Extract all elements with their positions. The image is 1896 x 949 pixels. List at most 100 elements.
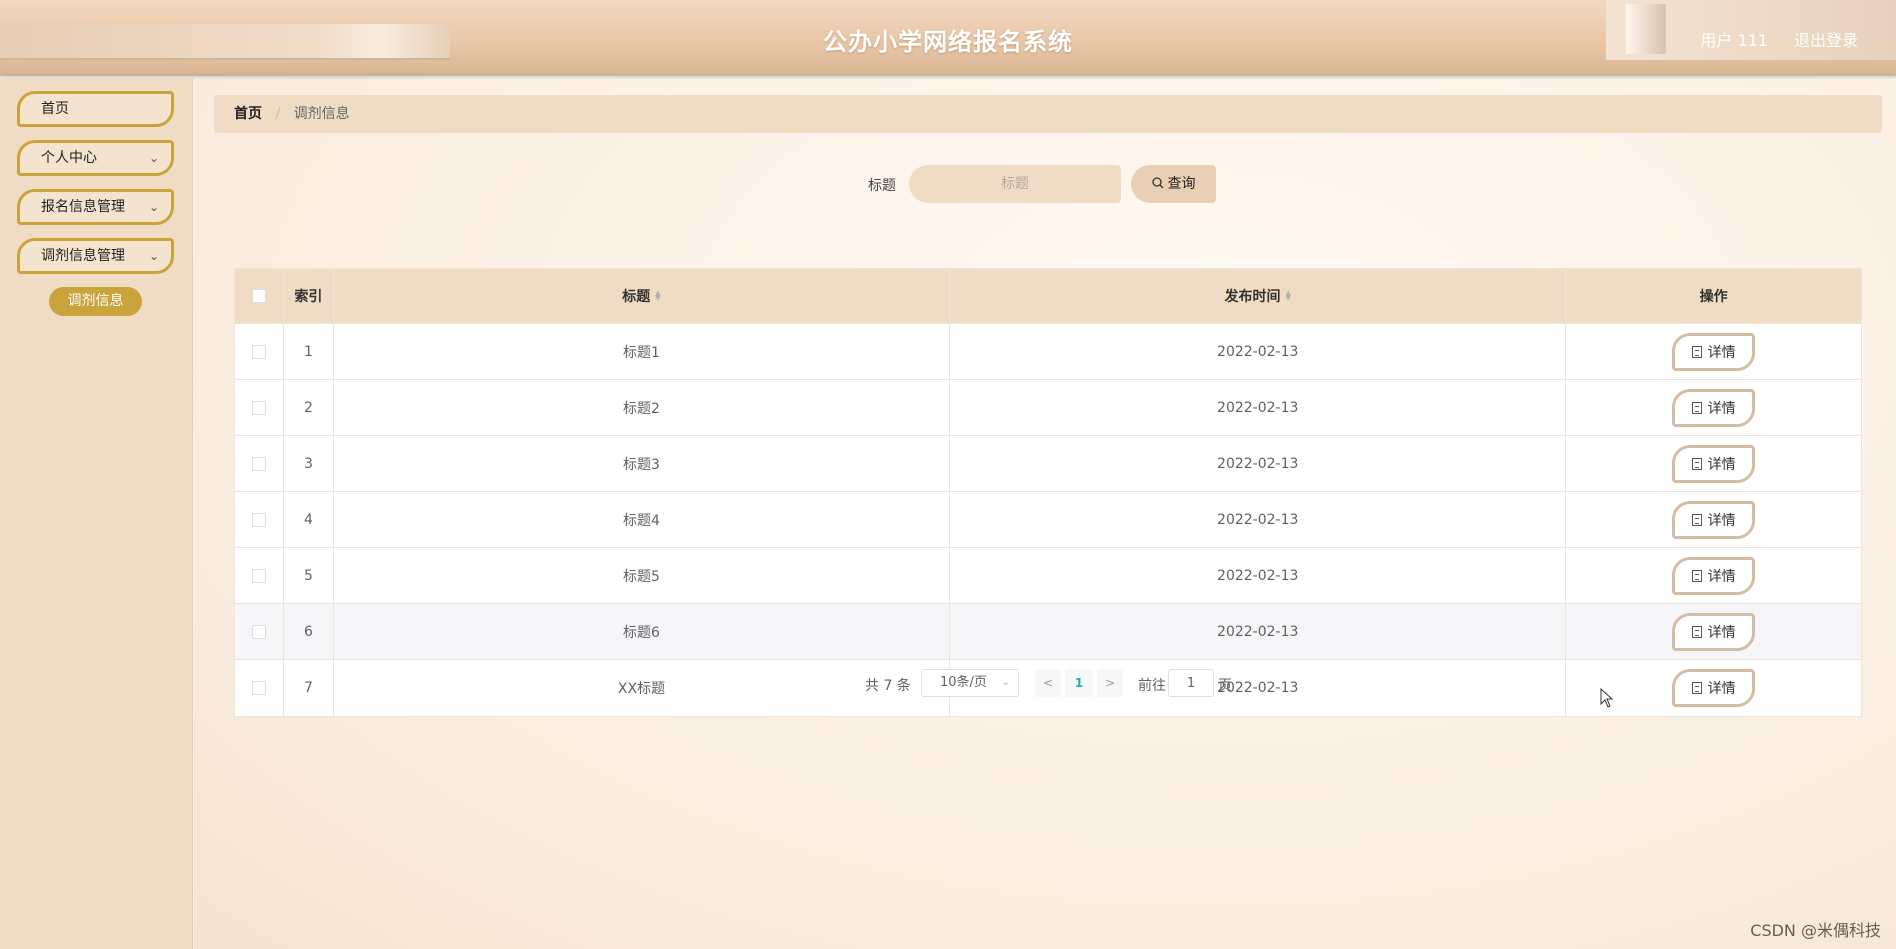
row-operation-cell: 详情 [1566,604,1861,659]
detail-button[interactable]: 详情 [1672,669,1756,707]
row-title: 标题3 [334,436,951,491]
header-title-label: 标题 [622,289,651,305]
header-index: 索引 [284,269,334,323]
row-index: 5 [284,548,334,603]
row-checkbox-cell [235,604,284,659]
header-checkbox-cell [235,269,284,323]
document-icon [1691,513,1702,526]
search-button[interactable]: 查询 [1131,165,1216,203]
row-checkbox[interactable] [251,400,266,415]
sidebar-item-home[interactable]: 首页 [17,91,174,127]
row-checkbox[interactable] [251,456,266,471]
row-index: 7 [284,660,334,716]
detail-button-label: 详情 [1707,456,1736,473]
breadcrumb-current: 调剂信息 [293,106,350,122]
row-publish-time: 2022-02-13 [950,380,1567,435]
chevron-down-icon: ⌄ [1001,677,1010,688]
prev-page-button[interactable]: < [1035,669,1061,697]
header-time-label: 发布时间 [1224,289,1281,305]
detail-button-label: 详情 [1707,344,1736,361]
watermark: CSDN @米偶科技 [1750,921,1881,940]
detail-button[interactable]: 详情 [1672,500,1756,539]
detail-button[interactable]: 详情 [1672,332,1756,371]
pagination-total: 共 7 条 [865,678,911,694]
sidebar-item-label: 首页 [41,101,69,117]
search-icon [1151,177,1163,189]
row-title: 标题6 [334,604,951,659]
detail-button-label: 详情 [1707,568,1736,585]
goto-page-input[interactable] [1168,669,1214,697]
row-publish-time: 2022-02-13 [950,548,1567,603]
sidebar-item-registration-management[interactable]: 报名信息管理 ⌄ [17,189,174,225]
row-checkbox[interactable] [251,681,266,695]
current-user: 用户 111 [1700,31,1768,50]
row-checkbox-cell [235,492,284,547]
row-operation-cell: 详情 [1566,492,1861,547]
header-publish-time[interactable]: 发布时间 ▲ ▼ [950,269,1567,323]
document-icon [1691,682,1702,694]
row-checkbox[interactable] [251,512,266,527]
search-input[interactable] [909,165,1121,203]
table-row: 5 标题5 2022-02-13 详情 [235,548,1861,604]
row-checkbox-cell [235,548,284,603]
document-icon [1691,401,1702,414]
page-size-value: 10条/页 [940,675,987,690]
chevron-down-icon: ⌄ [148,200,159,214]
sort-icon[interactable]: ▲ ▼ [1286,290,1291,302]
logout-link[interactable]: 退出登录 [1794,27,1858,51]
row-title: 标题4 [334,492,951,547]
breadcrumb: 首页 / 调剂信息 [214,95,1882,133]
chevron-down-icon: ⌄ [148,249,159,263]
row-publish-time: 2022-02-13 [950,324,1567,379]
row-title: 标题5 [334,548,951,603]
row-index: 3 [284,436,334,491]
detail-button[interactable]: 详情 [1672,612,1756,651]
table-header-row: 索引 标题 ▲ ▼ 发布时间 ▲ ▼ 操作 [235,269,1861,324]
detail-button-label: 详情 [1707,624,1736,641]
row-index: 1 [284,324,334,379]
sidebar-item-personal-center[interactable]: 个人中心 ⌄ [17,140,174,176]
page-suffix-label: 页 [1218,678,1232,694]
table-row: 4 标题4 2022-02-13 详情 [235,492,1861,548]
row-operation-cell: 详情 [1566,436,1861,491]
breadcrumb-separator: / [275,106,281,122]
chevron-down-icon: ⌄ [148,151,159,165]
sidebar-item-adjustment-management[interactable]: 调剂信息管理 ⌄ [17,238,174,274]
row-checkbox[interactable] [251,568,266,583]
row-operation-cell: 详情 [1566,548,1861,603]
search-button-label: 查询 [1167,176,1196,192]
detail-button[interactable]: 详情 [1672,444,1756,483]
data-table: 索引 标题 ▲ ▼ 发布时间 ▲ ▼ 操作 1 标题1 2022-02-13 详情 2 标题2… [234,268,1862,717]
mouse-cursor-icon [1600,688,1614,708]
goto-label: 前往 [1138,678,1166,694]
row-title: 标题1 [334,324,951,379]
select-all-checkbox[interactable] [251,289,266,303]
detail-button[interactable]: 详情 [1672,388,1756,427]
detail-button[interactable]: 详情 [1672,556,1756,595]
table-row: 1 标题1 2022-02-13 详情 [235,324,1861,380]
sort-icon[interactable]: ▲ ▼ [655,290,660,302]
sidebar-item-label: 报名信息管理 [41,199,125,215]
detail-button-label: 详情 [1707,681,1736,697]
row-title: XX标题 [334,660,951,716]
top-header: 公办小学网络报名系统 用户 111 退出登录 [0,0,1896,76]
sidebar-item-label: 调剂信息管理 [41,248,125,264]
sidebar-item-label: 个人中心 [41,150,97,166]
row-operation-cell: 详情 [1566,380,1861,435]
breadcrumb-home[interactable]: 首页 [234,106,262,122]
detail-button-label: 详情 [1707,512,1736,529]
next-page-button[interactable]: > [1097,669,1123,697]
page-number-current[interactable]: 1 [1065,669,1093,697]
sidebar-subitem-adjustment-info[interactable]: 调剂信息 [49,287,142,316]
row-checkbox[interactable] [251,344,266,359]
header-operation: 操作 [1699,289,1728,305]
row-checkbox[interactable] [251,624,266,639]
table-row: 3 标题3 2022-02-13 详情 [235,436,1861,492]
row-operation-cell: 详情 [1566,324,1861,379]
page-size-select[interactable]: 10条/页 ⌄ [921,669,1019,697]
row-publish-time: 2022-02-13 [950,436,1567,491]
sidebar: 首页 个人中心 ⌄ 报名信息管理 ⌄ 调剂信息管理 ⌄ 调剂信息 [0,79,193,949]
row-checkbox-cell [235,660,284,716]
row-checkbox-cell [235,436,284,491]
header-title[interactable]: 标题 ▲ ▼ [334,269,951,323]
